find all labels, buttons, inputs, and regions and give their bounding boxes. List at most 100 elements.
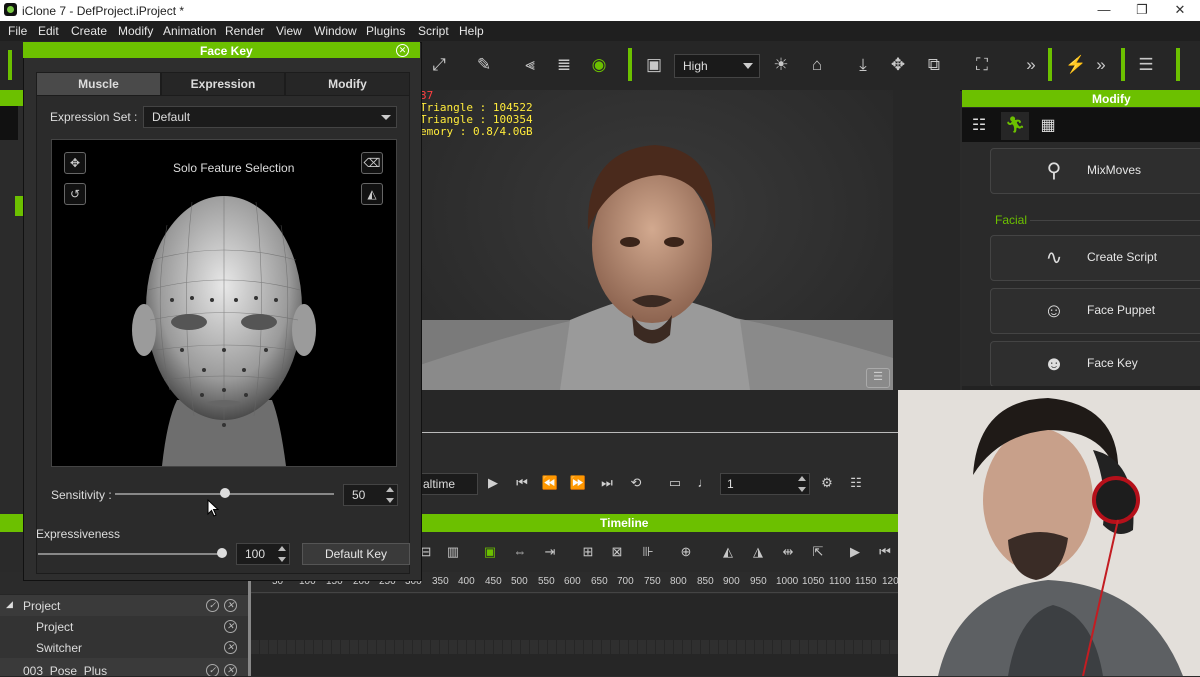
mirror-icon[interactable]: ◭ [361,183,383,205]
sliders-icon[interactable]: ☷ [965,112,993,140]
skip-end-icon[interactable]: ⏭ [597,474,617,492]
skip-start-icon[interactable]: ⏮ [512,474,532,492]
current-frame-input[interactable]: 1 [720,473,810,495]
menu-animation[interactable]: Animation [163,24,216,38]
timeline-play-icon[interactable]: ▶ [845,544,865,560]
insert-key-icon[interactable]: ⊞ [578,544,598,560]
overflow-icon[interactable]: » [1090,54,1112,76]
sensitivity-slider-handle[interactable] [219,488,230,498]
tab-expression[interactable]: Expression [161,72,285,96]
eraser-icon[interactable]: ⌫ [361,152,383,174]
frame-icon[interactable]: ⛶ [971,54,993,76]
split-icon[interactable]: ⊪ [638,544,658,560]
eye-icon[interactable]: ◉ [588,54,610,76]
subtitle-icon[interactable]: ▭ [665,474,685,492]
motion-icon[interactable]: 🏃︎ [1001,112,1029,140]
next-key-icon[interactable]: ◮ [748,544,768,560]
timeline-playhead[interactable] [246,572,253,676]
prev-key-icon[interactable]: ◭ [718,544,738,560]
tab-muscle[interactable]: Muscle [36,72,161,96]
playback-mode-select[interactable]: altime [420,473,478,495]
menu-help[interactable]: Help [459,24,484,38]
expressiveness-input[interactable]: 100 [236,543,290,565]
rewind-icon[interactable]: ⏪ [540,474,560,492]
pen-tool-icon[interactable]: ✎ [473,54,495,76]
create-script-button[interactable]: ∿ Create Script [990,235,1200,281]
menu-render[interactable]: Render [225,24,264,38]
transform-icon[interactable]: ✥ [64,152,86,174]
track-clip-icon[interactable]: ▣ [480,544,500,560]
spin-down-icon[interactable] [798,487,806,492]
panel-icon[interactable]: ▣ [643,54,665,76]
expressiveness-slider-handle[interactable] [217,548,227,558]
spin-down-icon[interactable] [386,498,394,503]
spin-up-icon[interactable] [798,476,806,481]
track-row-switcher[interactable]: Switcher ✕ [0,637,248,659]
tab-modify[interactable]: Modify [285,72,410,96]
muscle-face-canvas[interactable] [51,139,397,467]
playback-settings-icon[interactable]: ⚙ [817,474,837,492]
menu-window[interactable]: Window [314,24,357,38]
checker-icon[interactable]: ▦ [1034,112,1062,140]
zoom-icon[interactable]: ⊕ [676,544,696,560]
camera-switch-icon[interactable]: ⧉ [923,54,945,76]
track-fit-icon[interactable]: ⇥ [540,544,560,560]
menu-modify[interactable]: Modify [118,24,153,38]
close-button[interactable]: ✕ [1160,0,1200,21]
default-key-button[interactable]: Default Key [302,543,410,565]
track-row-project[interactable]: Project ✕ [0,616,248,638]
face-key-button[interactable]: ☻ Face Key [990,341,1200,387]
align-icon[interactable]: ≣ [553,54,575,76]
expressiveness-slider[interactable] [38,553,222,555]
list-icon[interactable]: ☷ [846,474,866,492]
loop-icon[interactable]: ⟲ [626,474,646,492]
export-icon[interactable]: ⇱ [808,544,828,560]
spin-up-icon[interactable] [386,487,394,492]
visibility-icon[interactable]: ✓ [206,599,219,612]
sensitivity-input[interactable]: 50 [343,484,398,506]
align-left-icon[interactable]: ⫷ [519,54,541,76]
menu-view[interactable]: View [276,24,302,38]
remove-icon[interactable]: ✕ [224,599,237,612]
face-key-title-bar[interactable]: Face Key [23,42,420,58]
spin-down-icon[interactable] [278,557,286,562]
menu-create[interactable]: Create [71,24,107,38]
fit-view-icon[interactable]: ⤢ [428,54,450,76]
menu-file[interactable]: File [8,24,27,38]
animation-icon[interactable]: ⚡ [1065,54,1087,76]
timeline-tool-icon[interactable]: ▥ [443,544,463,560]
remove-icon[interactable]: ✕ [224,664,237,676]
render-quality-select[interactable]: High [674,54,760,78]
minimize-button[interactable]: — [1084,0,1124,21]
fast-forward-icon[interactable]: ⏩ [568,474,588,492]
reset-icon[interactable]: ↺ [64,183,86,205]
home-icon[interactable]: ⌂ [806,54,828,76]
play-icon[interactable]: ▶ [483,474,503,492]
expression-set-select[interactable]: Default [143,106,397,128]
move-icon[interactable]: ✥ [887,54,909,76]
range-icon[interactable]: ⇹ [778,544,798,560]
face-puppet-button[interactable]: ☺ Face Puppet [990,288,1200,334]
remove-icon[interactable]: ✕ [224,620,237,633]
menu-edit[interactable]: Edit [38,24,59,38]
download-icon[interactable]: ⤓ [852,54,874,76]
track-range-icon[interactable]: ⇔ [510,544,530,560]
track-row-project-group[interactable]: ◢ Project ✓ ✕ [0,595,248,617]
settings-icon[interactable]: ☰ [1135,54,1157,76]
light-icon[interactable]: ☀ [770,54,792,76]
timeline-start-icon[interactable]: ⏮ [875,544,895,560]
delete-key-icon[interactable]: ⊠ [607,544,627,560]
menu-plugins[interactable]: Plugins [366,24,405,38]
overflow-icon[interactable]: » [1020,54,1042,76]
visibility-icon[interactable]: ✓ [206,664,219,676]
comment-icon[interactable]: ☰ [866,368,890,388]
mixmoves-button[interactable]: ⚲ MixMoves [990,148,1200,194]
spin-up-icon[interactable] [278,546,286,551]
restore-button[interactable]: ❐ [1122,0,1162,21]
music-note-icon[interactable]: ♩ [694,474,714,492]
menu-script[interactable]: Script [418,24,449,38]
switcher-track-lane[interactable] [251,640,900,654]
track-row-pose-group[interactable]: 003_Pose_Plus ✓ ✕ [0,658,248,677]
face-key-close-icon[interactable]: ✕ [396,44,409,57]
expand-icon[interactable]: ◢ [6,599,13,610]
